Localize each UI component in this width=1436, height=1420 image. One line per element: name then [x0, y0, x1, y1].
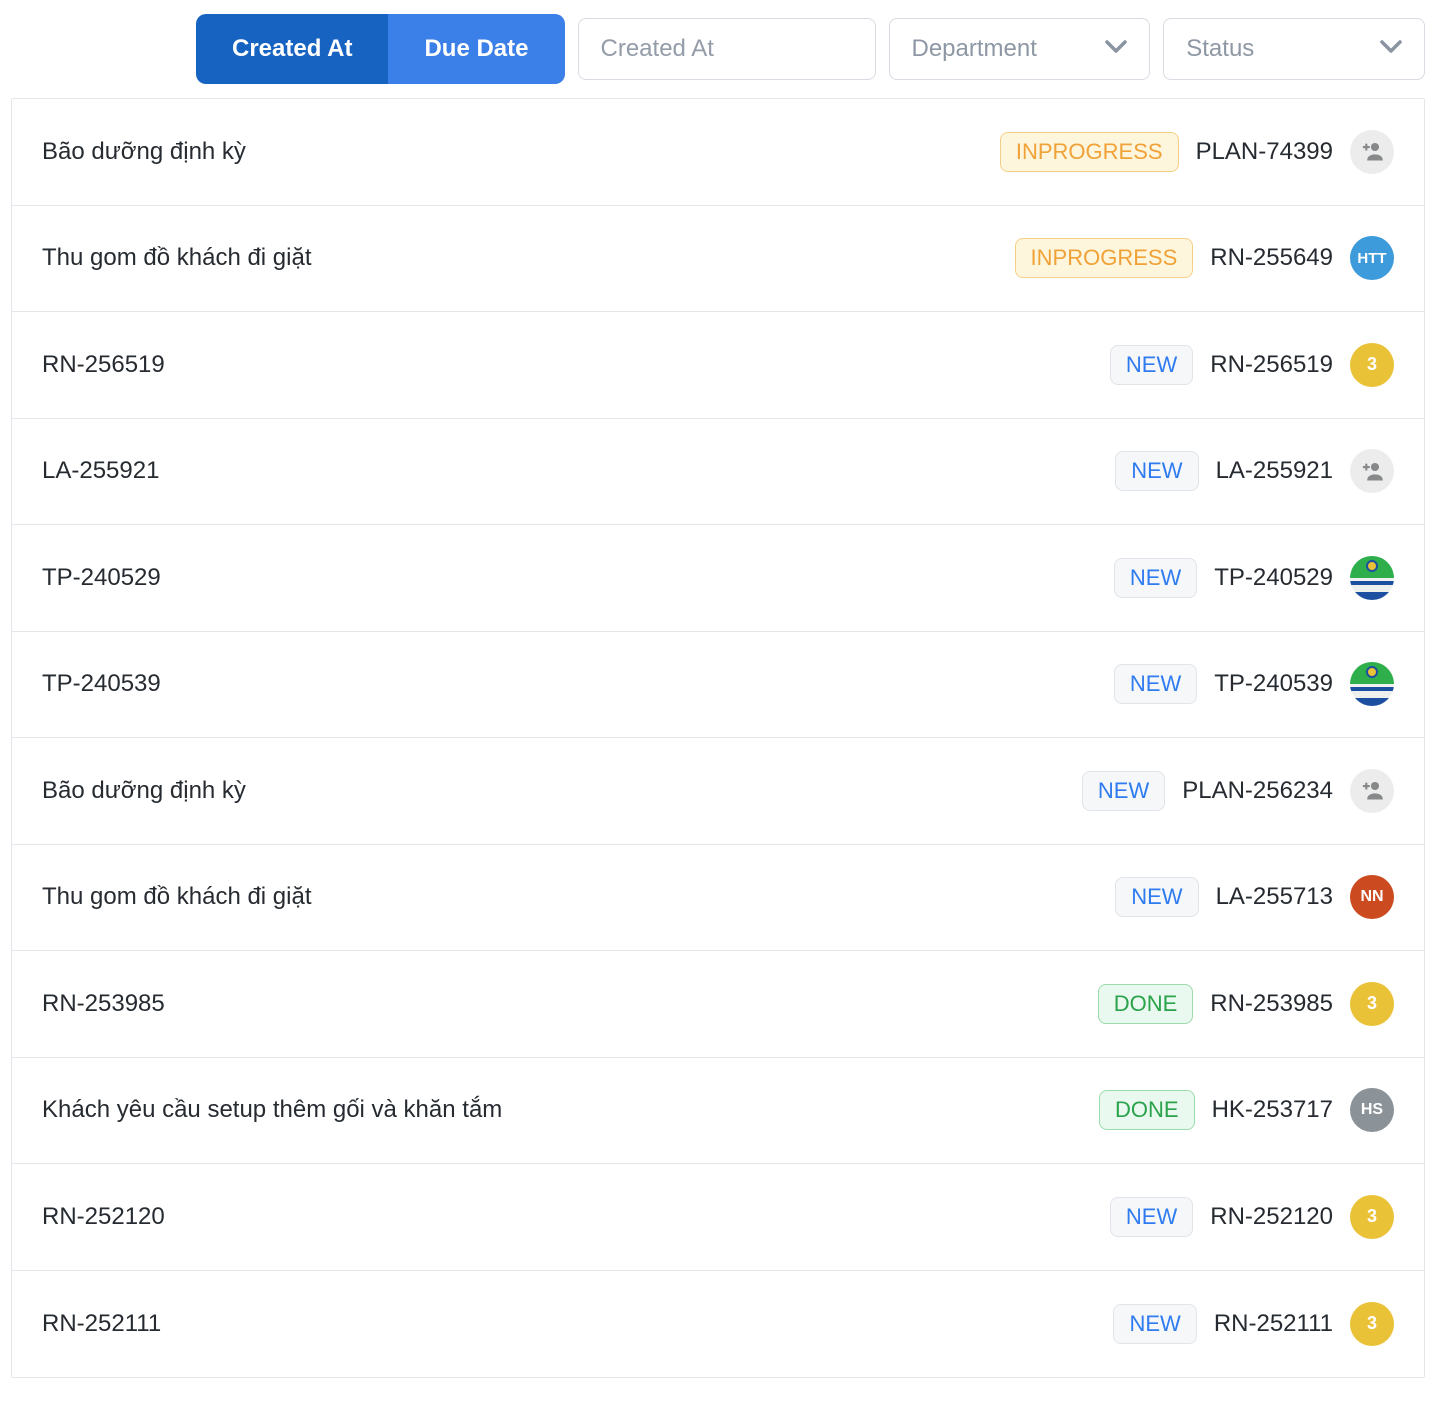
task-list: Bão dưỡng định kỳ INPROGRESS PLAN-74399 … [11, 98, 1425, 1378]
task-title: RN-252120 [42, 1202, 165, 1230]
person-add-icon [1362, 143, 1383, 161]
task-code: RN-252120 [1210, 1202, 1333, 1230]
task-row-right: DONE HK-253717 HS [1099, 1088, 1394, 1133]
task-code: TP-240529 [1214, 563, 1333, 591]
assignee-avatar[interactable] [1350, 129, 1394, 174]
assignee-avatar[interactable] [1350, 555, 1394, 600]
task-row[interactable]: RN-253985 DONE RN-253985 3 [12, 951, 1424, 1058]
status-select[interactable]: Status [1163, 18, 1425, 80]
assignee-avatar[interactable] [1350, 768, 1394, 813]
task-row[interactable]: Bão dưỡng định kỳ NEW PLAN-256234 [12, 738, 1424, 845]
task-row-right: DONE RN-253985 3 [1097, 981, 1394, 1026]
created-at-toggle-button[interactable]: Created At [196, 14, 389, 84]
task-row[interactable]: RN-252111 NEW RN-252111 3 [12, 1270, 1424, 1377]
task-row-right: NEW RN-256519 3 [1109, 342, 1394, 387]
task-row[interactable]: Khách yêu cầu setup thêm gối và khăn tắm… [12, 1057, 1424, 1164]
task-row[interactable]: RN-252120 NEW RN-252120 3 [12, 1164, 1424, 1271]
logo-emblem [1366, 559, 1378, 572]
assignee-avatar[interactable]: 3 [1350, 1301, 1394, 1346]
status-badge: NEW [1081, 770, 1166, 811]
assignee-avatar[interactable] [1350, 449, 1394, 494]
task-title: RN-256519 [42, 350, 165, 378]
task-title: TP-240539 [42, 670, 161, 698]
created-at-input[interactable] [577, 18, 876, 80]
task-code: HK-253717 [1211, 1096, 1333, 1124]
status-badge: DONE [1099, 1090, 1195, 1131]
status-badge: INPROGRESS [1014, 238, 1194, 279]
assignee-avatar[interactable]: HS [1350, 1088, 1394, 1133]
task-title: Bão dưỡng định kỳ [42, 137, 246, 165]
person-add-icon [1362, 462, 1383, 481]
task-row[interactable]: Bão dưỡng định kỳ INPROGRESS PLAN-74399 [12, 99, 1424, 206]
status-badge: DONE [1097, 983, 1194, 1024]
status-select-label: Status [1186, 35, 1255, 62]
department-select[interactable]: Department [888, 18, 1151, 80]
department-select-label: Department [911, 35, 1037, 62]
assignee-avatar[interactable] [1350, 662, 1394, 707]
task-title: Thu gom đồ khách đi giặt [42, 244, 312, 272]
assignee-avatar[interactable]: 3 [1350, 1194, 1394, 1239]
task-row[interactable]: LA-255921 NEW LA-255921 [12, 418, 1424, 525]
chevron-down-icon [1380, 39, 1402, 59]
status-badge: NEW [1109, 1196, 1194, 1237]
task-title: RN-253985 [42, 989, 165, 1017]
task-code: LA-255921 [1215, 457, 1333, 485]
task-title: TP-240529 [42, 563, 161, 591]
task-row-right: INPROGRESS RN-255649 HTT [1014, 236, 1394, 281]
task-code: RN-252111 [1213, 1309, 1333, 1337]
assignee-avatar[interactable]: HTT [1350, 236, 1394, 281]
status-badge: INPROGRESS [999, 131, 1179, 172]
task-row-right: NEW TP-240529 [1113, 555, 1394, 600]
task-code: RN-255649 [1210, 244, 1333, 272]
task-row[interactable]: TP-240529 NEW TP-240529 [12, 525, 1424, 632]
task-row-right: INPROGRESS PLAN-74399 [999, 129, 1394, 174]
task-code: TP-240539 [1214, 670, 1333, 698]
task-row-right: NEW RN-252111 3 [1113, 1301, 1394, 1346]
assignee-avatar[interactable]: 3 [1350, 342, 1394, 387]
task-code: RN-256519 [1210, 350, 1333, 378]
task-row-right: NEW TP-240539 [1113, 662, 1394, 707]
date-mode-toggle: Created At Due Date [196, 14, 565, 84]
status-badge: NEW [1109, 344, 1194, 385]
status-badge: NEW [1115, 877, 1199, 918]
task-row[interactable]: Thu gom đồ khách đi giặt NEW LA-255713 N… [12, 844, 1424, 951]
task-code: RN-253985 [1210, 989, 1333, 1017]
person-add-icon [1362, 782, 1383, 800]
logo-emblem [1366, 666, 1378, 679]
task-title: LA-255921 [42, 457, 160, 485]
task-code: LA-255713 [1215, 883, 1333, 911]
chevron-down-icon [1105, 39, 1127, 59]
task-title: Bão dưỡng định kỳ [42, 776, 246, 804]
task-row[interactable]: RN-256519 NEW RN-256519 3 [12, 312, 1424, 419]
due-date-toggle-button[interactable]: Due Date [388, 14, 565, 84]
assignee-avatar[interactable]: NN [1350, 875, 1394, 920]
task-row[interactable]: Thu gom đồ khách đi giặt INPROGRESS RN-2… [12, 205, 1424, 312]
task-title: Khách yêu cầu setup thêm gối và khăn tắm [42, 1096, 503, 1124]
status-badge: NEW [1115, 451, 1199, 492]
task-row-right: NEW RN-252120 3 [1109, 1194, 1394, 1239]
task-code: PLAN-74399 [1195, 137, 1333, 165]
toolbar: Created At Due Date Department Status [11, 14, 1425, 84]
status-badge: NEW [1113, 557, 1198, 598]
task-row-right: NEW LA-255921 [1115, 449, 1394, 494]
status-badge: NEW [1113, 1303, 1197, 1344]
task-title: RN-252111 [42, 1309, 162, 1337]
task-row[interactable]: TP-240539 NEW TP-240539 [12, 631, 1424, 738]
task-title: Thu gom đồ khách đi giặt [42, 883, 312, 911]
status-badge: NEW [1113, 664, 1198, 705]
task-code: PLAN-256234 [1182, 776, 1333, 804]
task-row-right: NEW LA-255713 NN [1115, 875, 1394, 920]
task-row-right: NEW PLAN-256234 [1081, 768, 1394, 813]
assignee-avatar[interactable]: 3 [1350, 981, 1394, 1026]
